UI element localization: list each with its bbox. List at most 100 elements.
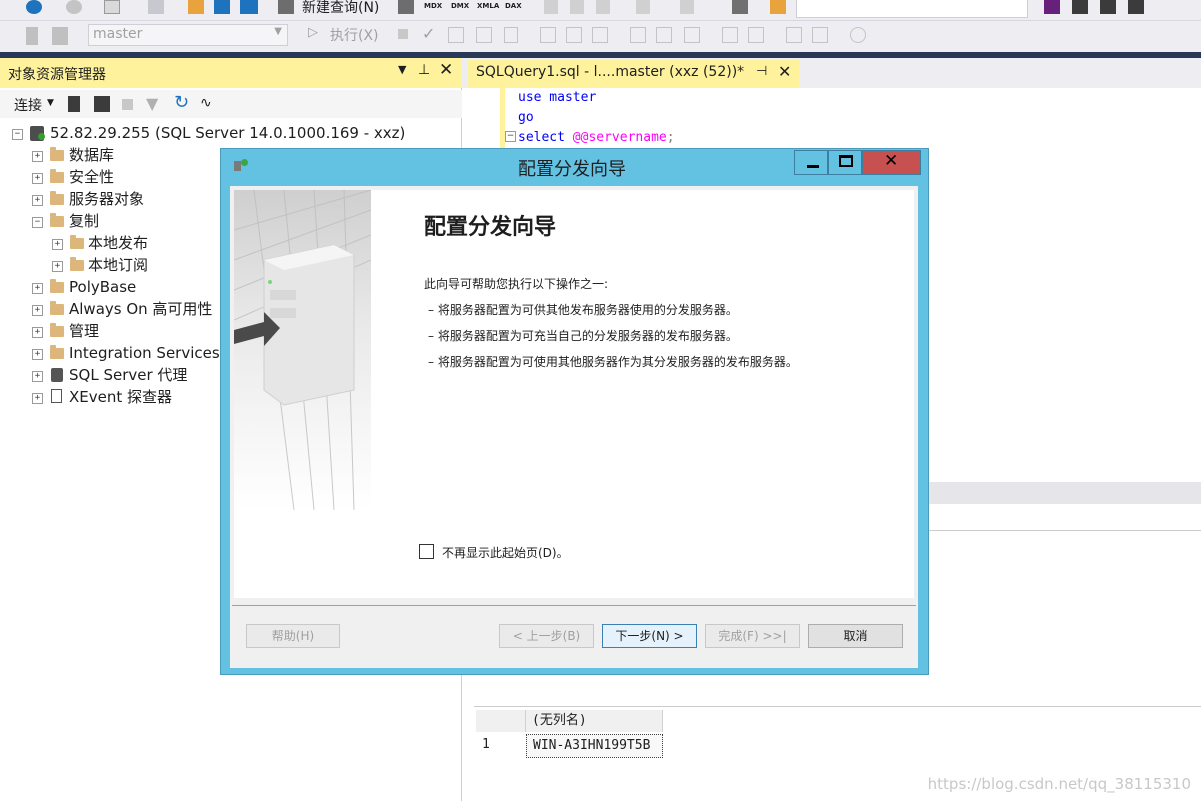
- help-button[interactable]: 帮助(H): [246, 624, 340, 648]
- expand-icon[interactable]: +: [52, 239, 63, 250]
- add-item-icon[interactable]: [148, 0, 164, 14]
- tree-item-local-subscriptions[interactable]: 本地订阅: [88, 254, 148, 276]
- tree-item-databases[interactable]: 数据库: [69, 144, 114, 166]
- available-databases-select[interactable]: master ▼: [88, 24, 288, 46]
- maximize-button[interactable]: [828, 150, 862, 175]
- grid-cell-value[interactable]: WIN-A3IHN199T5B: [526, 734, 663, 758]
- grid-corner[interactable]: [476, 710, 526, 732]
- pane-menu-icon[interactable]: ▼: [398, 63, 406, 76]
- actual-plan-icon[interactable]: [540, 27, 556, 43]
- solution-explorer-icon[interactable]: [1044, 0, 1060, 14]
- increase-indent-icon[interactable]: [812, 27, 828, 43]
- back-button[interactable]: < 上一步(B): [499, 624, 594, 648]
- find-icon[interactable]: [770, 0, 786, 14]
- tree-item-always-on[interactable]: Always On 高可用性: [69, 298, 212, 320]
- expand-icon[interactable]: +: [32, 393, 43, 404]
- dax-query-button[interactable]: DAX: [505, 2, 522, 10]
- grid-column-header[interactable]: (无列名): [526, 710, 663, 732]
- auto-hide-pin-icon[interactable]: ⊥: [418, 62, 430, 78]
- next-button[interactable]: 下一步(N) >: [602, 624, 697, 648]
- xmla-query-button[interactable]: XMLA: [477, 2, 499, 10]
- dont-show-checkbox[interactable]: [419, 544, 434, 559]
- expand-icon[interactable]: +: [32, 283, 43, 294]
- tree-item-polybase[interactable]: PolyBase: [69, 276, 136, 298]
- connect-chevron-icon[interactable]: ▼: [47, 98, 54, 108]
- forward-icon[interactable]: [66, 0, 82, 14]
- cut-icon[interactable]: [544, 0, 558, 14]
- expand-icon[interactable]: +: [32, 195, 43, 206]
- collapse-server-icon[interactable]: −: [12, 129, 23, 140]
- specify-template-values-icon[interactable]: [850, 27, 866, 43]
- tab-pin-icon[interactable]: ⊣: [756, 64, 767, 79]
- finish-button[interactable]: 完成(F) >>|: [705, 624, 800, 648]
- query-options-icon[interactable]: [476, 27, 492, 43]
- tree-item-local-publications[interactable]: 本地发布: [88, 232, 148, 254]
- decrease-indent-icon[interactable]: [786, 27, 802, 43]
- undo-icon[interactable]: [636, 0, 650, 14]
- estimated-plan-icon[interactable]: [448, 27, 464, 43]
- open-file-icon[interactable]: [188, 0, 204, 14]
- new-query-button[interactable]: 新建查询(N): [302, 0, 379, 17]
- activity-monitor-small-icon[interactable]: ∿: [200, 95, 212, 111]
- expand-icon[interactable]: +: [52, 261, 63, 272]
- tab-close-icon[interactable]: ✕: [778, 62, 791, 81]
- refresh-icon[interactable]: ↻: [174, 92, 189, 113]
- expand-icon[interactable]: +: [32, 151, 43, 162]
- activity-monitor-icon[interactable]: [732, 0, 748, 14]
- expand-icon[interactable]: +: [32, 349, 43, 360]
- filter-icon[interactable]: ▼: [146, 94, 158, 113]
- comment-icon[interactable]: [722, 27, 738, 43]
- expand-icon[interactable]: +: [32, 305, 43, 316]
- tree-item-sql-agent[interactable]: SQL Server 代理: [69, 364, 187, 386]
- tree-item-management[interactable]: 管理: [69, 320, 99, 342]
- back-icon[interactable]: [26, 0, 42, 14]
- expand-icon[interactable]: +: [32, 327, 43, 338]
- connect-plug-icon[interactable]: [68, 96, 80, 112]
- client-stats-icon[interactable]: [592, 27, 608, 43]
- tree-item-xevent[interactable]: XEvent 探查器: [69, 386, 172, 408]
- new-project-icon[interactable]: [104, 0, 120, 14]
- close-icon[interactable]: ✕: [439, 60, 453, 80]
- execute-button[interactable]: 执行(X): [330, 25, 379, 45]
- results-to-grid-icon[interactable]: [656, 27, 672, 43]
- cancel-button[interactable]: 取消: [808, 624, 903, 648]
- save-all-icon[interactable]: [240, 0, 258, 14]
- parse-icon[interactable]: ✓: [422, 24, 435, 43]
- find-combo[interactable]: [796, 0, 1028, 18]
- save-icon[interactable]: [214, 0, 230, 14]
- connect-dropdown[interactable]: 连接: [14, 95, 42, 115]
- expand-icon[interactable]: +: [32, 173, 43, 184]
- code-collapse-icon[interactable]: −: [505, 131, 516, 142]
- dialog-close-button[interactable]: ✕: [862, 150, 921, 175]
- intellisense-icon[interactable]: [504, 27, 518, 43]
- copy-icon[interactable]: [570, 0, 584, 14]
- stop-icon[interactable]: [122, 99, 133, 110]
- redo-icon[interactable]: [680, 0, 694, 14]
- cancel-query-icon[interactable]: [398, 29, 408, 39]
- expand-icon[interactable]: +: [32, 371, 43, 382]
- change-connection-icon[interactable]: [52, 27, 68, 45]
- dmx-query-button[interactable]: DMX: [451, 2, 469, 10]
- toolbox-icon[interactable]: [1100, 0, 1116, 14]
- results-to-file-icon[interactable]: [684, 27, 700, 43]
- dont-show-label[interactable]: 不再显示此起始页(D)。: [442, 544, 569, 561]
- window-icon[interactable]: [1128, 0, 1144, 14]
- paste-icon[interactable]: [596, 0, 610, 14]
- connect-icon[interactable]: [26, 27, 38, 45]
- disconnect-icon[interactable]: [94, 96, 110, 112]
- properties-icon[interactable]: [1072, 0, 1088, 14]
- tree-item-replication[interactable]: 复制: [69, 210, 99, 232]
- minimize-button[interactable]: [794, 150, 828, 175]
- mdx-query-button[interactable]: MDX: [424, 2, 442, 10]
- database-engine-query-icon[interactable]: [398, 0, 414, 14]
- tree-item-security[interactable]: 安全性: [69, 166, 114, 188]
- new-query-icon[interactable]: [278, 0, 294, 14]
- server-node[interactable]: 52.82.29.255 (SQL Server 14.0.1000.169 -…: [50, 122, 405, 144]
- collapse-icon[interactable]: −: [32, 217, 43, 228]
- uncomment-icon[interactable]: [748, 27, 764, 43]
- results-to-text-icon[interactable]: [630, 27, 646, 43]
- tree-item-server-objects[interactable]: 服务器对象: [69, 188, 144, 210]
- tree-item-integration-services[interactable]: Integration Services: [69, 342, 220, 364]
- live-stats-icon[interactable]: [566, 27, 582, 43]
- grid-row-number[interactable]: 1: [476, 734, 526, 758]
